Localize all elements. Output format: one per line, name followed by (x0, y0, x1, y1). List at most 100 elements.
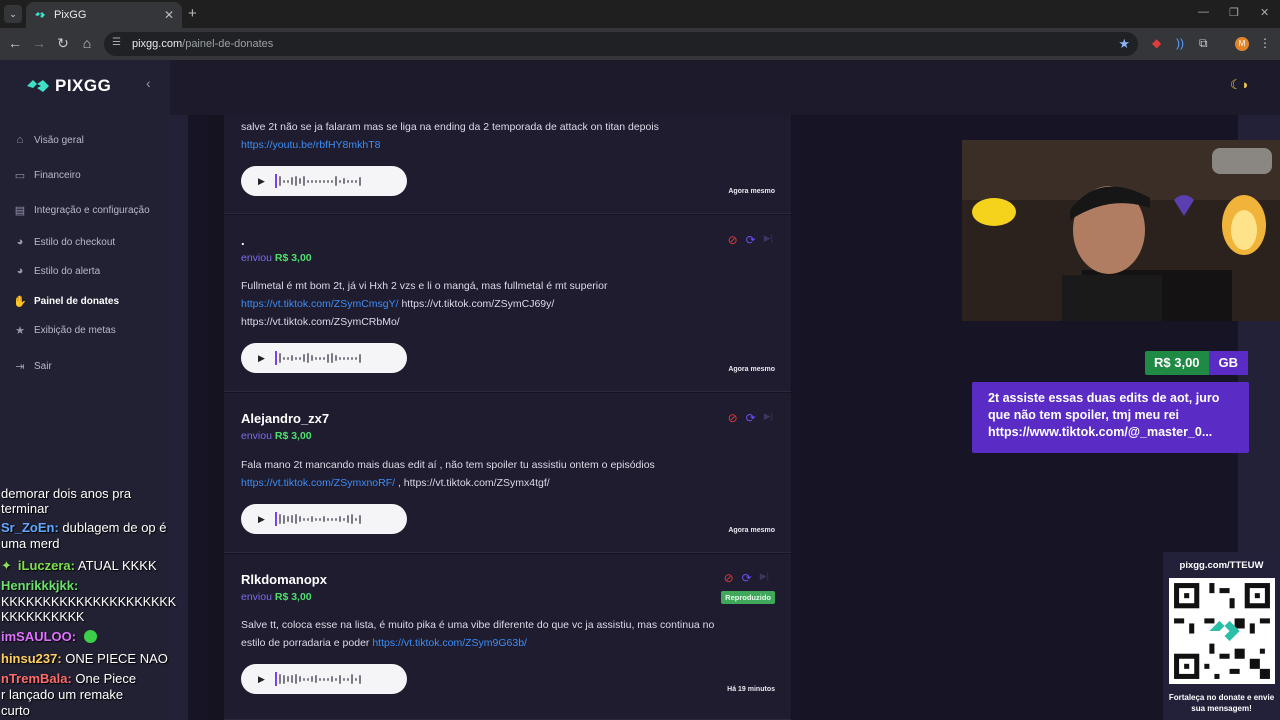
sidebar-item-visao-geral[interactable]: ⌂ Visão geral (13, 133, 84, 147)
play-icon[interactable]: ▶ (258, 176, 265, 187)
audio-player[interactable]: ▶ (241, 504, 407, 534)
message-text: , https://vt.tiktok.com/ZSymx4tgf/ (395, 477, 550, 489)
chat-username: nTremBala: (1, 671, 72, 686)
audio-player[interactable]: ▶ (241, 664, 407, 694)
chat-message: nTremBala: One Piece (1, 671, 136, 687)
donation-card: salve 2t não se ja falaram mas se liga n… (224, 115, 791, 214)
chat-text: KKKKKKKKKKKKKKKKKKKKK (1, 595, 177, 609)
skip-icon[interactable]: ▶| (760, 571, 769, 585)
chat-message: ✦ iLuczera: ATUAL KKKK (1, 558, 157, 574)
tab-title: PixGG (54, 9, 87, 21)
played-status-badge: Reproduzido (721, 591, 775, 604)
audio-waveform[interactable] (274, 351, 361, 365)
play-icon[interactable]: ▶ (258, 353, 265, 364)
wallet-icon: ▭ (14, 169, 26, 182)
skip-icon[interactable]: ▶| (764, 411, 773, 425)
donation-card: Alejandro_zx7 enviou R$ 3,00 ⊘ ⟳ ▶| Fala m… (224, 393, 791, 553)
message-link[interactable]: https://vt.tiktok.com/ZSymCmsgY/ (241, 298, 399, 310)
donation-time: Há 19 minutos (727, 686, 775, 693)
chat-text: uma merd (1, 536, 60, 551)
extension-icon[interactable]: ◆ (1152, 36, 1161, 50)
chat-message: demorar dois anos pra (1, 486, 131, 502)
play-icon[interactable]: ▶ (258, 674, 265, 685)
replay-icon[interactable]: ⟳ (742, 571, 752, 585)
browser-tab[interactable]: PixGG ✕ (26, 2, 182, 28)
chat-message: KKKKKKKKKKKKKKKKKKKKK (1, 594, 176, 610)
audio-player[interactable]: ▶ (241, 166, 407, 196)
new-tab-icon[interactable]: + (188, 5, 197, 22)
donation-amount: R$ 3,00 (274, 252, 312, 264)
sidebar-item-painel-donates[interactable]: ✋ Painel de donates (13, 294, 119, 308)
sidebar-item-integracao[interactable]: ▤ Integração e configuração (13, 203, 150, 217)
chat-text: dublagem de op é (58, 520, 167, 535)
skip-icon[interactable]: ▶| (764, 233, 773, 247)
donation-amount-line: enviou R$ 3,00 (241, 591, 312, 603)
play-icon[interactable]: ▶ (258, 514, 265, 525)
donation-amount: R$ 3,00 (274, 591, 312, 603)
donor-name: Rlkdomanopx (241, 572, 327, 587)
site-info-icon[interactable]: ☰ (112, 37, 126, 51)
message-link[interactable]: https://vt.tiktok.com/ZSymxnoRF/ (241, 477, 395, 489)
alert-amount-tag: R$ 3,00 GB (1145, 351, 1249, 375)
sidebar-item-label: Integração e configuração (34, 204, 150, 216)
browser-menu-icon[interactable]: ⋮ (1259, 36, 1271, 50)
back-icon[interactable]: ← (6, 35, 24, 51)
audio-waveform[interactable] (274, 174, 361, 188)
sidebar-item-label: Financeiro (34, 169, 81, 181)
donation-card: . enviou R$ 3,00 ⊘ ⟳ ▶| Fullmetal é mt bom… (224, 215, 791, 392)
sidebar-item-financeiro[interactable]: ▭ Financeiro (13, 168, 81, 182)
star-icon: ★ (15, 324, 25, 337)
sidebar-item-label: Sair (34, 360, 52, 372)
chat-message: curto (1, 703, 30, 719)
extensions-puzzle-icon[interactable]: ⧉ (1199, 36, 1208, 51)
sidebar-item-sair[interactable]: ⇥ Sair (13, 359, 52, 373)
audio-player[interactable]: ▶ (241, 343, 407, 373)
replay-icon[interactable]: ⟳ (746, 233, 756, 247)
message-text: Fala mano 2t mancando mais duas edit aí … (241, 459, 655, 471)
playhead (274, 512, 277, 526)
restore-icon[interactable]: ❐ (1229, 6, 1239, 19)
chat-message: KKKKKKKKKK (1, 609, 84, 625)
sidebar-item-estilo-alerta[interactable]: ◕ Estilo do alerta (13, 264, 100, 278)
chat-message: uma merd (1, 536, 60, 552)
block-icon[interactable]: ⊘ (728, 411, 738, 425)
profile-avatar[interactable]: M (1235, 37, 1249, 51)
bookmark-star-icon[interactable]: ★ (1118, 36, 1130, 52)
chat-text: KKKKKKKKKK (1, 610, 85, 624)
extension-wave-icon[interactable]: )) (1176, 36, 1184, 50)
window-close-icon[interactable]: ✕ (1260, 6, 1269, 19)
chat-username: hinsu237: (1, 651, 62, 666)
settings-icon: ▤ (14, 204, 26, 217)
home-icon[interactable]: ⌂ (78, 35, 96, 51)
audio-waveform[interactable] (274, 512, 361, 526)
pixgg-logo[interactable]: PIXGG (26, 76, 111, 96)
audio-waveform[interactable] (274, 672, 361, 686)
alert-amount: R$ 3,00 (1145, 351, 1209, 375)
minimize-icon[interactable]: — (1198, 6, 1209, 18)
tab-search-button[interactable]: ⌄ (4, 5, 22, 23)
donation-actions: ⊘ ⟳ ▶| (728, 411, 773, 425)
block-icon[interactable]: ⊘ (724, 571, 734, 585)
qr-cta-text: Fortaleça no donate e envie sua mensagem… (1168, 693, 1275, 713)
sidebar-item-label: Exibição de metas (34, 324, 116, 336)
alert-message-box: 2t assiste essas duas edits de aot, juro… (972, 382, 1249, 453)
collapse-sidebar-icon[interactable]: ‹ (146, 75, 151, 91)
reload-icon[interactable]: ↻ (54, 35, 72, 52)
message-link[interactable]: https://youtu.be/rbfHY8mkhT8 (241, 139, 380, 151)
donation-time: Agora mesmo (728, 366, 775, 373)
sidebar-item-exibicao-metas[interactable]: ★ Exibição de metas (13, 323, 116, 337)
forward-icon[interactable]: → (30, 35, 48, 51)
close-tab-icon[interactable]: ✕ (164, 8, 174, 22)
donor-name: . (241, 233, 245, 248)
browser-tabbar: ⌄ PixGG ✕ + — ❐ ✕ (0, 0, 1280, 28)
chat-username: Henrikkkjkk: (1, 578, 79, 593)
theme-toggle-moon-icon[interactable]: ☾◗ (1230, 77, 1250, 93)
qr-code-icon (1169, 578, 1275, 684)
replay-icon[interactable]: ⟳ (746, 411, 756, 425)
sidebar-item-estilo-checkout[interactable]: ◕ Estilo do checkout (13, 235, 116, 249)
message-link[interactable]: https://vt.tiktok.com/ZSym9G63b/ (372, 637, 527, 649)
block-icon[interactable]: ⊘ (728, 233, 738, 247)
address-bar[interactable]: ☰ pixgg.com/painel-de-donates ★ (104, 32, 1138, 56)
chat-message: Henrikkkjkk: (1, 578, 78, 594)
palette-icon: ◕ (16, 236, 24, 248)
